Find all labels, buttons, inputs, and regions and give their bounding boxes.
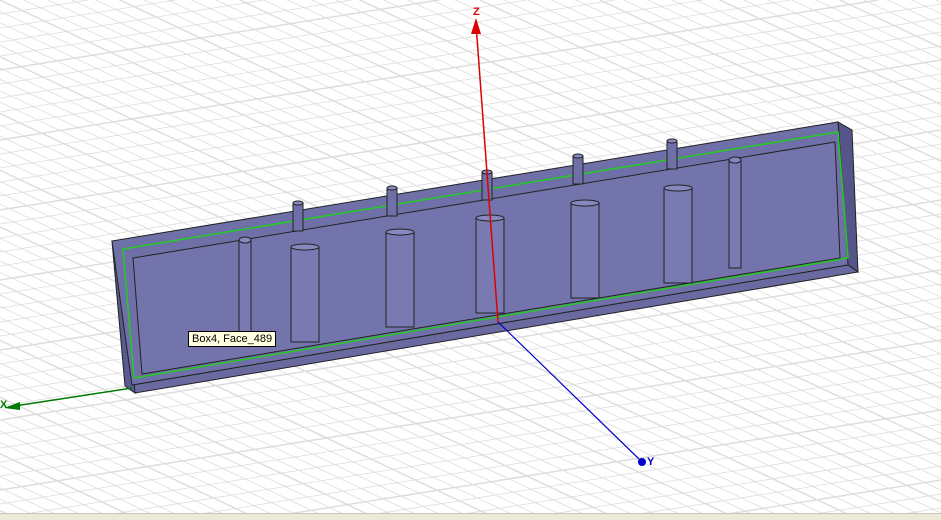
grid-line [743,0,941,94]
grid-line [0,0,88,15]
tab-top [666,138,678,144]
x-axis-label: X [0,399,8,411]
cylinder-post [385,231,415,328]
window-bottom-border [0,513,941,520]
cylinder-post [290,246,320,343]
grid-line [0,0,440,71]
grid-line [839,0,941,49]
top-tab [572,155,584,185]
cylinder-post [728,159,742,269]
modeler-3d-viewport[interactable]: Z X Y Box4, Face_489 [0,0,941,520]
cylinder-top [238,236,252,244]
cylinder-top [728,156,742,164]
grid-line [671,0,941,128]
cylinder-top [385,228,415,236]
z-axis-arrow-icon [471,18,481,34]
grid-line [0,419,213,520]
grid-line [0,464,117,520]
cylinder-top [570,199,600,207]
grid-line [0,408,237,520]
cylinder-post [570,202,600,299]
grid-line [0,430,189,520]
tab-top [572,153,584,159]
y-axis-label: Y [647,456,655,468]
grid-line [0,385,285,520]
tab-top [292,200,304,206]
scene-canvas[interactable] [0,0,941,520]
selection-tooltip: Box4, Face_489 [188,331,277,347]
tab-top [386,185,398,191]
cylinder-top [290,243,320,251]
grid-line [514,451,941,520]
cylinder-post [238,239,252,333]
grid-line [75,381,941,520]
top-tab [292,202,304,232]
grid-line [719,0,941,106]
grid-line [887,0,941,26]
grid-line [0,396,261,520]
grid-line [0,0,615,99]
top-tab [386,187,398,217]
top-tab [666,140,678,170]
grid-line [250,409,941,520]
grid-line [911,0,941,15]
y-axis-arrow-icon [638,458,646,466]
grid-line [647,0,941,139]
grid-line [815,0,941,60]
z-axis-label: Z [473,6,480,18]
cylinder-top [663,184,693,192]
cylinder-post [663,187,693,284]
grid-line [935,0,941,3]
cylinder-post [475,217,505,314]
x-axis-line [7,387,133,408]
grid-line [695,0,941,117]
